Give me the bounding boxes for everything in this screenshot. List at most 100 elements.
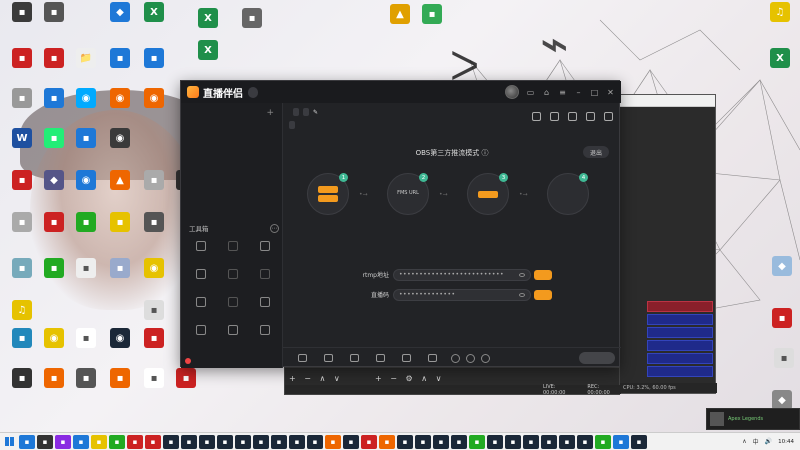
desktop-icon[interactable]: ▪ (166, 368, 206, 412)
rtmp-url-field[interactable]: •••••••••••••••••••••••••• (393, 268, 531, 281)
taskbar-app-icon[interactable]: ▪ (109, 434, 125, 449)
taskbar-app-icon[interactable]: ▪ (523, 434, 539, 449)
tool-record[interactable] (249, 297, 281, 319)
desktop-icon[interactable]: ◉ (134, 258, 174, 302)
taskbar-app-icon[interactable]: ▪ (271, 434, 287, 449)
eye-icon[interactable] (519, 292, 525, 297)
taskbar-app-icon[interactable]: ▪ (55, 434, 71, 449)
obs-window[interactable]: CPU: 3.2%, 60.00 fps (618, 94, 717, 394)
tool-gift[interactable] (217, 269, 249, 291)
obs-start-record-button[interactable] (647, 314, 713, 325)
desktop-icon[interactable]: ◉ (134, 88, 174, 132)
taskbar-app-icon[interactable]: ▪ (343, 434, 359, 449)
app-titlebar[interactable]: 直播伴侣 ▭ ⌂ ≡ – □ ✕ (181, 81, 621, 103)
clock[interactable]: 10:44 (778, 439, 794, 445)
room-tag[interactable] (293, 108, 299, 116)
desktop-icon[interactable]: ♫ (760, 2, 800, 46)
edit-icon[interactable]: ✎ (313, 109, 318, 116)
obs-studio-mode-button[interactable] (647, 340, 713, 351)
maximize-icon[interactable]: □ (590, 88, 599, 97)
desktop-icon[interactable]: ▪ (412, 4, 452, 48)
close-icon[interactable]: ✕ (606, 88, 615, 97)
message-icon[interactable]: ▭ (526, 88, 535, 97)
tool-timer[interactable] (217, 241, 249, 263)
desktop-icon[interactable]: ▪ (232, 8, 272, 52)
lock-icon[interactable] (550, 112, 559, 121)
taskbar-app-icon[interactable]: ▪ (181, 434, 197, 449)
taskbar-app-icon[interactable]: ▪ (163, 434, 179, 449)
taskbar-app-icon[interactable]: ▪ (37, 434, 53, 449)
bell-icon[interactable] (586, 112, 595, 121)
desktop-icon[interactable]: ◆ (762, 256, 800, 300)
stream-key-field[interactable]: •••••••••••••• (393, 288, 531, 301)
more-icon[interactable]: ⋯ (270, 223, 279, 233)
taskbar-app-icon[interactable]: ▪ (577, 434, 593, 449)
desktop-icon[interactable]: ▪ (134, 300, 174, 344)
taskbar-app-icon[interactable]: ▪ (289, 434, 305, 449)
taskbar-app-icon[interactable]: ▪ (145, 434, 161, 449)
steam-friend-notification[interactable]: Apex Legends (706, 408, 800, 430)
taskbar-app-icon[interactable]: ▪ (505, 434, 521, 449)
desktop-icon[interactable]: ♫ (2, 300, 42, 344)
taskbar-app-icon[interactable]: ▪ (451, 434, 467, 449)
share-icon[interactable] (604, 112, 613, 121)
taskbar-app-icon[interactable]: ▪ (433, 434, 449, 449)
obs-stop-stream-button[interactable] (647, 301, 713, 312)
obs-virtual-camera-button[interactable] (647, 327, 713, 338)
bottom-item-screen[interactable] (289, 353, 315, 363)
obs-source-controls[interactable]: + − ⚙ ∧ ∨ (375, 374, 444, 383)
version-pill[interactable] (248, 86, 258, 98)
desktop-icon[interactable]: ◉ (100, 128, 140, 172)
bottom-item-more[interactable] (367, 353, 393, 363)
taskbar-app-icon[interactable]: ▪ (487, 434, 503, 449)
tool-tool[interactable] (185, 297, 217, 319)
shirt-icon[interactable]: ⌂ (542, 88, 551, 97)
copy-key-button[interactable] (534, 289, 552, 300)
taskbar-app-icon[interactable]: ▪ (631, 434, 647, 449)
tool-scene[interactable] (185, 241, 217, 263)
start-live-button[interactable] (579, 352, 615, 364)
desktop-icon[interactable]: ▪ (34, 2, 74, 46)
taskbar-app-icon[interactable]: ▪ (325, 434, 341, 449)
tray-expand-icon[interactable]: ∧ (742, 438, 746, 445)
taskbar-app-icon[interactable]: ▪ (73, 434, 89, 449)
gift-icon[interactable] (532, 112, 541, 121)
taskbar-app-icon[interactable]: ▪ (469, 434, 485, 449)
start-button[interactable] (0, 433, 18, 450)
ime-indicator[interactable]: 中 (753, 437, 759, 446)
settings-icon[interactable] (481, 353, 490, 363)
tool-chart[interactable] (185, 325, 217, 347)
taskbar-app-icon[interactable]: ▪ (253, 434, 269, 449)
screen-icon[interactable] (568, 112, 577, 121)
taskbar-app-icon[interactable]: ▪ (91, 434, 107, 449)
tool-voice[interactable] (249, 241, 281, 263)
tool-list[interactable] (217, 297, 249, 319)
tool-user[interactable] (249, 269, 281, 291)
taskbar-app-icon[interactable]: ▪ (541, 434, 557, 449)
desktop-icon[interactable]: ▪ (134, 48, 174, 92)
taskbar-app-icon[interactable]: ▪ (127, 434, 143, 449)
obs-titlebar[interactable] (619, 95, 715, 107)
taskbar-app-icon[interactable]: ▪ (595, 434, 611, 449)
taskbar-app-icon[interactable]: ▪ (397, 434, 413, 449)
room-category[interactable] (303, 108, 309, 116)
taskbar-app-icon[interactable]: ▪ (613, 434, 629, 449)
taskbar-app-icon[interactable]: ▪ (19, 434, 35, 449)
tool-upload[interactable] (249, 325, 281, 347)
exit-obs-mode-button[interactable]: 退出 (583, 146, 609, 158)
taskbar-app-icon[interactable]: ▪ (415, 434, 431, 449)
desktop-icon[interactable]: X (134, 2, 174, 46)
volume-icon[interactable]: 🔊 (765, 438, 772, 445)
desktop-icon[interactable]: X (760, 48, 800, 92)
tool-broadcast[interactable] (185, 269, 217, 291)
copy-rtmp-button[interactable] (534, 269, 552, 280)
eye-icon[interactable] (519, 272, 525, 277)
taskbar-app-icon[interactable]: ▪ (379, 434, 395, 449)
desktop-icon[interactable]: ▪ (762, 308, 800, 352)
desktop-icon[interactable]: ▪ (134, 212, 174, 256)
taskbar-app-icon[interactable]: ▪ (559, 434, 575, 449)
avatar[interactable] (505, 85, 519, 99)
eye-icon[interactable] (466, 353, 475, 363)
taskbar-app-icon[interactable]: ▪ (235, 434, 251, 449)
help-icon[interactable]: ⓘ (481, 149, 488, 157)
